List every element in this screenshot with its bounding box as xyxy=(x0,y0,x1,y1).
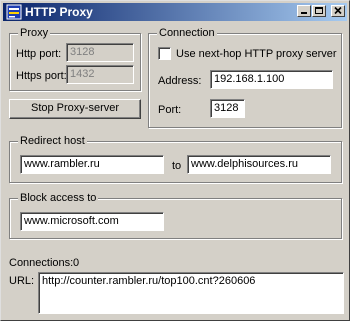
redirect-to-label: to xyxy=(172,160,182,172)
http-port-label: Http port: xyxy=(16,48,62,60)
redirect-host-legend: Redirect host xyxy=(18,135,87,147)
block-access-input[interactable]: www.microsoft.com xyxy=(20,212,164,231)
address-input[interactable]: 192.168.1.100 xyxy=(210,70,333,89)
connections-count: 0 xyxy=(73,257,80,269)
url-label: URL: xyxy=(9,275,35,287)
url-log-memo[interactable]: http://counter.rambler.ru/top100.cnt?260… xyxy=(38,272,344,314)
use-next-hop-checkbox[interactable] xyxy=(158,47,171,60)
port-label: Port: xyxy=(158,104,182,116)
use-next-hop-label: Use next-hop HTTP proxy server xyxy=(176,48,337,60)
https-port-label: Https port: xyxy=(16,70,67,82)
main-window: HTTP Proxy Proxy Http port: 3128 Https p… xyxy=(0,0,350,321)
https-port-field[interactable]: 1432 xyxy=(66,65,134,84)
proxy-legend: Proxy xyxy=(18,27,51,39)
port-input[interactable]: 3128 xyxy=(210,99,245,118)
maximize-icon xyxy=(315,7,323,14)
minimize-icon xyxy=(301,12,307,14)
connections-label: Connections: xyxy=(9,257,74,269)
title-bar[interactable]: HTTP Proxy xyxy=(3,3,347,21)
window-title: HTTP Proxy xyxy=(25,5,93,19)
stop-proxy-button[interactable]: Stop Proxy-server xyxy=(9,99,141,119)
app-icon xyxy=(6,4,22,20)
connection-legend: Connection xyxy=(157,27,217,39)
minimize-button[interactable] xyxy=(297,5,311,17)
redirect-to-input[interactable]: www.delphisources.ru xyxy=(187,155,331,174)
close-button[interactable] xyxy=(331,5,345,17)
redirect-from-input[interactable]: www.rambler.ru xyxy=(20,155,164,174)
maximize-button[interactable] xyxy=(312,5,326,17)
address-label: Address: xyxy=(158,75,202,87)
http-port-field[interactable]: 3128 xyxy=(66,43,134,62)
block-access-legend: Block access to xyxy=(18,192,99,204)
close-icon xyxy=(334,6,342,15)
